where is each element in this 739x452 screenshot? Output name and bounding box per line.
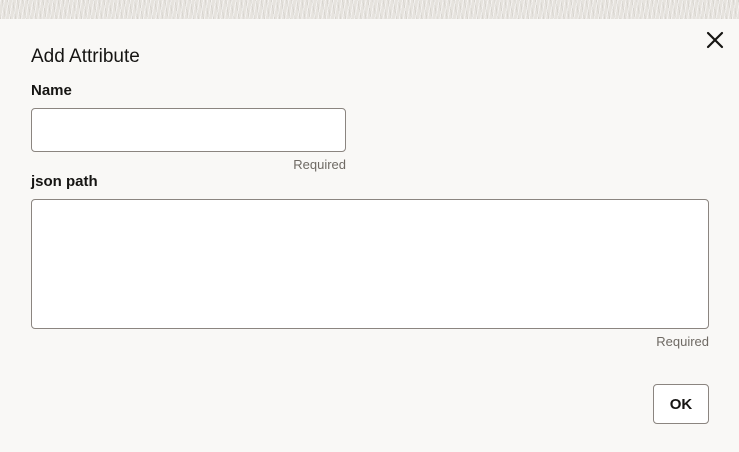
dialog-title: Add Attribute [31, 46, 140, 67]
name-label: Name [31, 82, 72, 99]
json-path-textarea[interactable] [31, 199, 709, 329]
background-header-band [0, 0, 739, 19]
close-button[interactable] [703, 28, 727, 52]
ok-button[interactable]: OK [653, 384, 709, 424]
add-attribute-dialog: Add Attribute Name Required json path Re… [0, 19, 739, 452]
json-path-label: json path [31, 173, 98, 190]
close-icon [703, 31, 727, 55]
json-path-required-hint: Required [656, 334, 709, 349]
name-input[interactable] [31, 108, 346, 152]
name-required-hint: Required [293, 157, 346, 172]
